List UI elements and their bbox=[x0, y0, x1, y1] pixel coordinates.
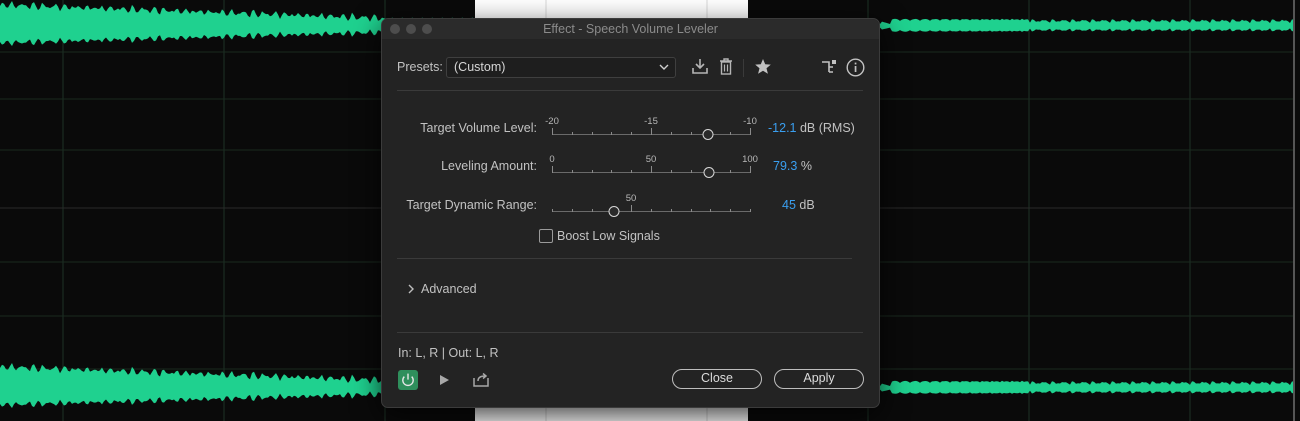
slider-tick bbox=[750, 128, 751, 135]
power-icon bbox=[402, 373, 414, 387]
boost-low-signals-checkbox[interactable] bbox=[539, 229, 553, 243]
slider-tick bbox=[671, 132, 672, 135]
slider-tick bbox=[552, 166, 553, 173]
section-divider bbox=[397, 258, 852, 259]
slider-thumb[interactable] bbox=[608, 206, 620, 217]
slider-tick bbox=[651, 128, 652, 135]
speech-volume-leveler-dialog: Effect - Speech Volume Leveler Presets: … bbox=[381, 18, 880, 408]
leveling-amount-label: Leveling Amount: bbox=[441, 159, 537, 173]
slider-tick bbox=[730, 209, 731, 212]
tick-label: 50 bbox=[625, 193, 637, 204]
tick-label: -10 bbox=[743, 116, 757, 127]
slider-tick bbox=[611, 170, 612, 173]
slider-tick bbox=[750, 166, 751, 173]
target-dynamic-range-label: Target Dynamic Range: bbox=[406, 198, 537, 212]
target-dynamic-range-value[interactable]: 45 dB bbox=[782, 198, 815, 212]
presets-value: (Custom) bbox=[454, 60, 506, 74]
power-toggle-button[interactable] bbox=[398, 370, 418, 390]
loop-export-icon[interactable] bbox=[472, 372, 490, 388]
slider-tick bbox=[691, 209, 692, 212]
slider-tick bbox=[651, 209, 652, 212]
footer-divider bbox=[397, 332, 863, 333]
tick-label: -20 bbox=[545, 116, 559, 127]
target-dynamic-range-slider[interactable]: 50 bbox=[552, 190, 751, 220]
slider-thumb[interactable] bbox=[702, 129, 714, 140]
slider-tick bbox=[592, 209, 593, 212]
tick-label: 0 bbox=[549, 154, 555, 165]
slider-tick bbox=[631, 170, 632, 173]
advanced-section-toggle[interactable]: Advanced bbox=[421, 282, 477, 296]
close-button[interactable]: Close bbox=[672, 369, 762, 389]
slider-tick bbox=[572, 132, 573, 135]
boost-low-signals-label[interactable]: Boost Low Signals bbox=[557, 229, 660, 243]
slider-tick bbox=[730, 132, 731, 135]
slider-tick bbox=[730, 170, 731, 173]
trash-icon[interactable] bbox=[718, 57, 734, 76]
target-volume-slider[interactable]: -20 -15 -10 bbox=[545, 113, 757, 143]
title-bar[interactable]: Effect - Speech Volume Leveler bbox=[382, 19, 879, 39]
play-icon[interactable] bbox=[438, 374, 450, 386]
leveling-amount-slider[interactable]: 0 50 100 bbox=[549, 151, 758, 181]
slider-tick bbox=[552, 128, 553, 135]
slider-tick bbox=[750, 209, 751, 212]
star-icon[interactable] bbox=[754, 58, 772, 75]
presets-dropdown[interactable]: (Custom) bbox=[446, 57, 676, 78]
info-icon[interactable] bbox=[846, 58, 865, 77]
slider-tick bbox=[552, 209, 553, 212]
target-volume-label: Target Volume Level: bbox=[420, 121, 537, 135]
target-volume-value[interactable]: -12.1 dB (RMS) bbox=[768, 121, 855, 135]
tick-label: 50 bbox=[645, 154, 657, 165]
presets-label: Presets: bbox=[397, 60, 443, 74]
header-divider bbox=[397, 90, 863, 91]
slider-tick bbox=[671, 170, 672, 173]
slider-tick bbox=[691, 132, 692, 135]
chevron-right-icon[interactable] bbox=[407, 284, 415, 294]
slider-tick bbox=[651, 166, 652, 173]
leveling-amount-value[interactable]: 79.3 % bbox=[773, 159, 812, 173]
slider-tick bbox=[611, 132, 612, 135]
slider-thumb[interactable] bbox=[703, 167, 715, 178]
chevron-down-icon bbox=[659, 64, 669, 70]
io-routing-text: In: L, R | Out: L, R bbox=[398, 346, 499, 360]
routing-icon[interactable] bbox=[820, 59, 838, 75]
slider-tick bbox=[592, 170, 593, 173]
tick-label: 100 bbox=[742, 154, 758, 165]
tick-label: -15 bbox=[644, 116, 658, 127]
slider-tick bbox=[671, 209, 672, 212]
dialog-title: Effect - Speech Volume Leveler bbox=[543, 22, 718, 36]
slider-tick bbox=[710, 209, 711, 212]
apply-button[interactable]: Apply bbox=[774, 369, 864, 389]
slider-tick bbox=[631, 132, 632, 135]
toolbar-divider bbox=[743, 59, 744, 77]
slider-tick bbox=[691, 170, 692, 173]
slider-tick bbox=[572, 209, 573, 212]
slider-tick bbox=[572, 170, 573, 173]
save-preset-icon[interactable] bbox=[691, 57, 709, 75]
slider-tick bbox=[592, 132, 593, 135]
slider-tick bbox=[631, 205, 632, 212]
